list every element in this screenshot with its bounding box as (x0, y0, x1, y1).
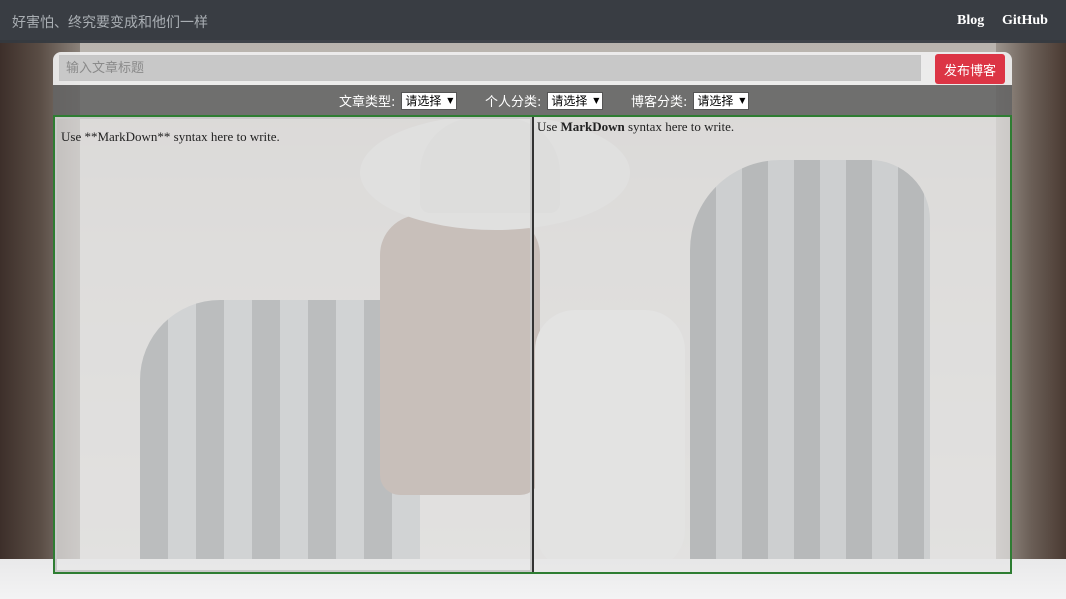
title-row: 发布博客 (53, 52, 1012, 85)
preview-bold: MarkDown (560, 119, 625, 134)
blog-category-select[interactable]: 请选择 ▼ (693, 91, 750, 110)
personal-category-value: 请选择 (551, 94, 588, 108)
markdown-preview-pane: Use MarkDown syntax here to write. (534, 117, 1010, 572)
chevron-down-icon: ▼ (447, 96, 454, 105)
markdown-textarea[interactable]: Use **MarkDown** syntax here to write. (57, 119, 530, 570)
nav-link-blog[interactable]: Blog (957, 13, 984, 29)
chevron-down-icon: ▼ (593, 96, 600, 105)
nav-link-github[interactable]: GitHub (1002, 13, 1048, 29)
article-title-input[interactable] (59, 55, 921, 81)
article-type-filter: 文章类型: 请选择 ▼ (339, 91, 458, 110)
personal-category-select[interactable]: 请选择 ▼ (547, 91, 604, 110)
personal-category-label: 个人分类: (485, 95, 542, 110)
markdown-input-pane: Use **MarkDown** syntax here to write. (55, 117, 532, 572)
brand-text: 好害怕、终究要变成和他们一样 (12, 15, 208, 31)
article-type-label: 文章类型: (339, 95, 396, 110)
blog-category-value: 请选择 (697, 94, 734, 108)
article-type-value: 请选择 (405, 94, 442, 108)
preview-suffix: syntax here to write. (624, 119, 735, 134)
blog-editor: 发布博客 文章类型: 请选择 ▼ 个人分类: 请选择 ▼ 博客分类: 请选择 ▼ (53, 52, 1012, 574)
category-filter-row: 文章类型: 请选择 ▼ 个人分类: 请选择 ▼ 博客分类: 请选择 ▼ (53, 85, 1012, 115)
blog-category-label: 博客分类: (631, 95, 688, 110)
publish-blog-button[interactable]: 发布博客 (935, 54, 1005, 84)
top-navbar: 好害怕、终究要变成和他们一样 Blog GitHub (0, 0, 1066, 43)
personal-category-filter: 个人分类: 请选择 ▼ (485, 91, 604, 110)
preview-content: Use MarkDown syntax here to write. (537, 119, 734, 135)
article-type-select[interactable]: 请选择 ▼ (401, 91, 458, 110)
editor-panes: Use **MarkDown** syntax here to write. U… (53, 115, 1012, 574)
preview-prefix: Use (537, 119, 561, 134)
chevron-down-icon: ▼ (739, 96, 746, 105)
blog-category-filter: 博客分类: 请选择 ▼ (631, 91, 750, 110)
